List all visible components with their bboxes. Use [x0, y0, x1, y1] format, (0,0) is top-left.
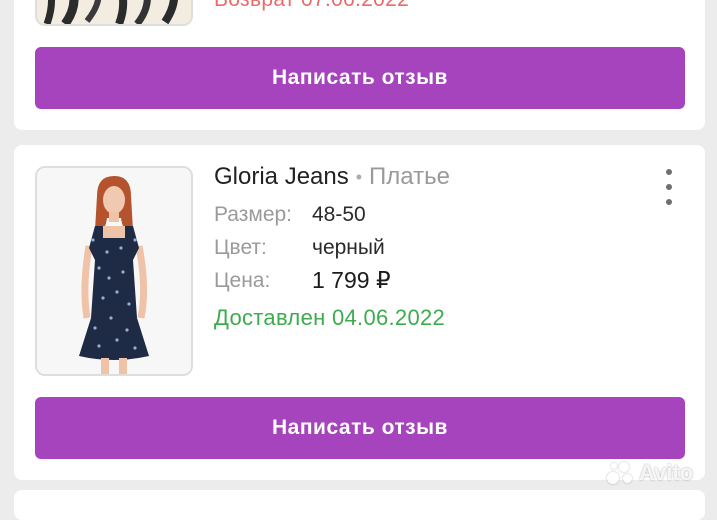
dress-photo: [37, 168, 191, 374]
floral-dress-image: [37, 0, 191, 24]
color-value: черный: [312, 236, 385, 259]
write-review-button[interactable]: Написать отзыв: [35, 397, 685, 459]
color-label: Цвет:: [214, 236, 267, 259]
order-card: Gloria Jeans • Платье Размер: 48-50 Цвет: …: [14, 145, 705, 480]
title-separator: •: [355, 167, 363, 188]
product-category: Платье: [369, 163, 450, 190]
more-vertical-icon[interactable]: [659, 169, 679, 205]
product-image[interactable]: [35, 166, 193, 376]
size-value: 48-50: [312, 203, 366, 226]
price-label: Цена:: [214, 269, 271, 292]
menu-dot: [666, 184, 672, 190]
watermark-text: Avito: [639, 460, 694, 485]
order-card-previous: Возврат 07.06.2022 Написать отзыв: [14, 0, 705, 130]
write-review-button-previous[interactable]: Написать отзыв: [35, 47, 685, 109]
brand-name: Gloria Jeans: [214, 163, 349, 190]
order-card-next: [14, 490, 705, 520]
product-image-previous[interactable]: [35, 0, 193, 26]
size-label: Размер:: [214, 203, 293, 226]
order-status-delivered: Доставлен 04.06.2022: [214, 305, 446, 330]
avito-logo-icon: Avito: [607, 458, 705, 488]
product-title: Gloria Jeans • Платье: [214, 163, 450, 191]
price-value: 1 799 ₽: [312, 267, 391, 293]
order-status-return: Возврат 07.06.2022: [214, 0, 409, 12]
menu-dot: [666, 169, 672, 175]
avito-dots-icon: [607, 460, 635, 486]
menu-dot: [666, 199, 672, 205]
